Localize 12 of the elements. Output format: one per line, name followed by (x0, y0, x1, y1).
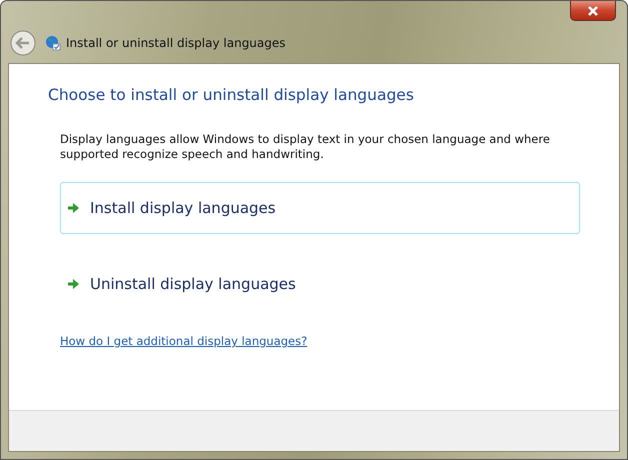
description-text: Display languages allow Windows to display text in your chosen language and where supported recognize speech and handwriting. (60, 132, 551, 162)
window-title: Install or uninstall display languages (66, 36, 286, 50)
back-icon[interactable] (10, 30, 36, 56)
arrow-icon (67, 202, 80, 214)
globe-icon (45, 35, 61, 51)
arrow-icon (67, 278, 80, 290)
option-link[interactable]: Install display languages (60, 182, 580, 234)
close-icon (587, 6, 599, 16)
close-button[interactable] (570, 1, 616, 21)
page-heading: Choose to install or uninstall display languages (48, 86, 414, 104)
help-link[interactable]: How do I get additional display languages? (60, 334, 308, 348)
option-link[interactable]: Uninstall display languages (60, 258, 580, 310)
